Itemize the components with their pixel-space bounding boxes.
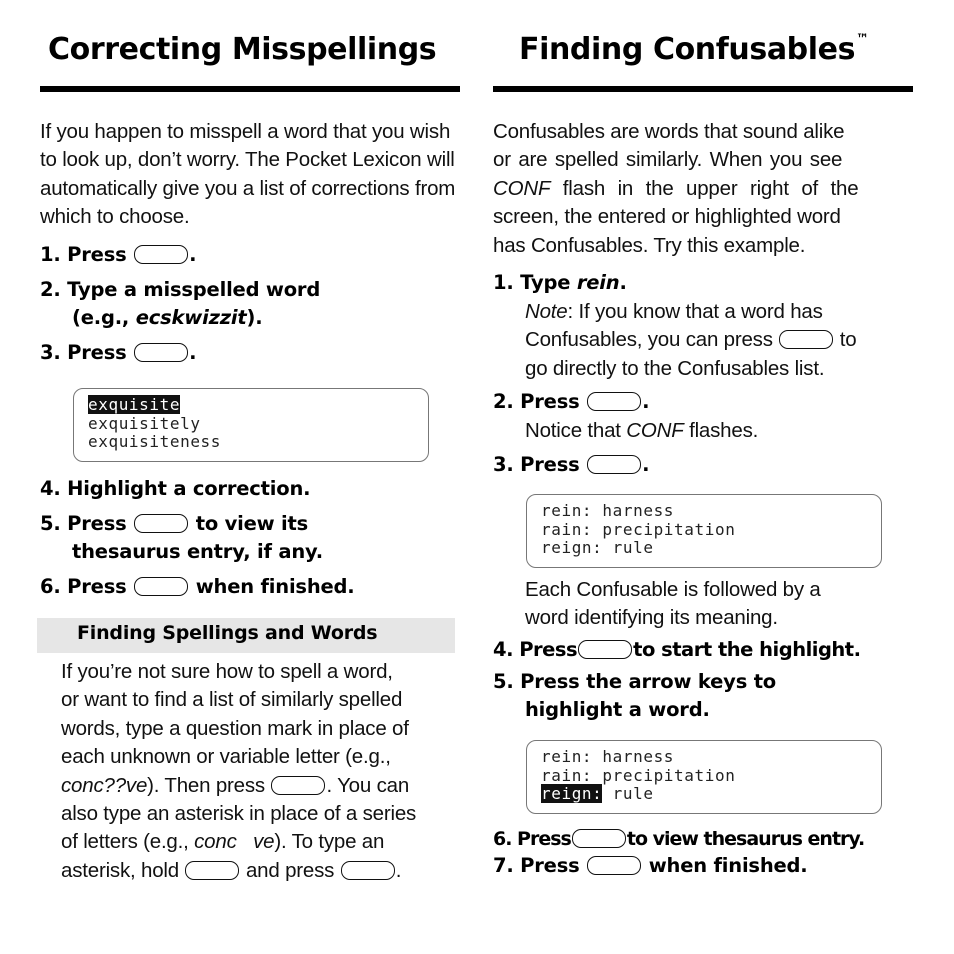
example-word: rein	[576, 271, 620, 294]
step-5: 5. Press to view its thesaurus entry, if…	[40, 512, 323, 563]
step-3: 3. Press .	[493, 453, 650, 476]
step-7: 7. Press when finished.	[493, 854, 808, 877]
lcd-line-highlighted: exquisite	[88, 395, 181, 414]
step-2-note: Notice that CONF flashes.	[525, 419, 759, 442]
key-icon	[587, 455, 642, 474]
lcd-line: reign: rule	[541, 538, 654, 557]
step-2: 2. Type a misspelled word (e.g., ecskwiz…	[40, 278, 321, 329]
step-6: 6. Press to view thesaurus entry.	[493, 828, 865, 850]
key-icon	[571, 829, 626, 848]
title-rule	[493, 86, 913, 92]
intro-paragraph: Confusables are words that sound alike o…	[493, 120, 859, 257]
step-1: 1. Type rein.	[493, 271, 627, 294]
key-icon	[587, 392, 642, 411]
step-6: 6. Press when finished.	[40, 575, 355, 598]
section-title: Finding Confusables™	[519, 32, 869, 67]
key-icon	[134, 577, 189, 596]
lcd-line: rain: precipitation	[541, 765, 736, 785]
lcd-highlighted-word: reign:	[541, 784, 603, 803]
key-icon	[340, 860, 395, 880]
lcd-screen-highlighted: rein: harness rain: precipitation reign:…	[526, 740, 882, 814]
lcd-line: exquisiteness	[88, 432, 222, 451]
key-icon	[271, 775, 326, 795]
lcd-line: rain: precipitation	[541, 519, 736, 539]
key-icon	[185, 860, 240, 880]
lcd-line: rein: harness	[541, 747, 675, 766]
step-4: 4. Highlight a correction.	[40, 477, 311, 500]
example-word: ecskwizzit	[135, 306, 247, 329]
trademark-symbol: ™	[856, 32, 869, 47]
key-icon	[587, 856, 642, 875]
section-title: Correcting Misspellings	[48, 32, 437, 67]
subsection-paragraph: If you’re not sure how to spell a word, …	[61, 660, 417, 882]
step-1-note: Note: If you know that a word has Confus…	[525, 300, 857, 380]
lcd-screen-confusables: rein: harness rain: precipitation reign:…	[526, 494, 882, 568]
step-1: 1. Press .	[40, 243, 197, 266]
key-icon	[134, 245, 189, 264]
step-5: 5. Press the arrow keys to highlight a w…	[493, 670, 777, 721]
key-icon	[578, 640, 633, 659]
lcd-line: reign: rule	[541, 784, 654, 803]
key-icon	[134, 343, 189, 362]
lcd-screen-corrections: exquisite exquisitely exquisiteness	[73, 388, 429, 462]
key-icon	[779, 330, 834, 350]
step-3: 3. Press .	[40, 341, 197, 364]
confusable-explanation: Each Confusable is followed by a word id…	[525, 578, 821, 630]
key-icon	[134, 514, 189, 533]
step-2: 2. Press .	[493, 390, 650, 413]
step-4: 4. Press to start the highlight.	[493, 638, 861, 661]
lcd-line: rein: harness	[541, 501, 675, 520]
lcd-line: exquisitely	[88, 413, 201, 433]
intro-paragraph: If you happen to misspell a word that yo…	[40, 120, 456, 229]
title-rule	[40, 86, 460, 92]
subsection-header: Finding Spellings and Words	[37, 618, 455, 653]
